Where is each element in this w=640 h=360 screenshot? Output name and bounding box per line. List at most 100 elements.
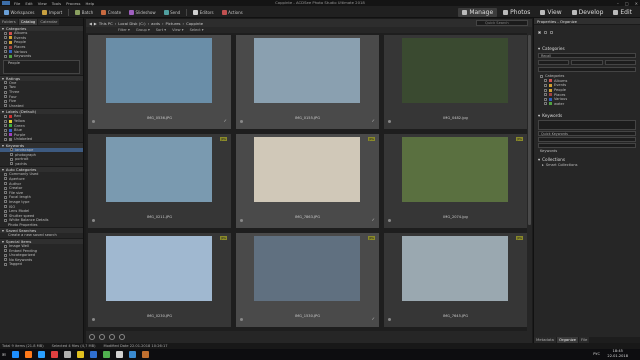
rating-check[interactable] [538, 30, 541, 34]
taskbar-app-icon[interactable] [63, 351, 71, 358]
language-indicator[interactable]: РУС [593, 352, 600, 356]
category-field-4[interactable] [538, 67, 636, 72]
photo-thumbnail[interactable] [106, 137, 212, 202]
checkbox[interactable] [4, 195, 7, 199]
checkbox[interactable] [4, 50, 7, 54]
mode-edit-button[interactable]: Edit [609, 8, 636, 17]
smart-collections-item[interactable]: ▸ Smart Collections [534, 163, 640, 168]
checkbox[interactable] [4, 36, 7, 40]
thumbnail-item[interactable]: JPG IMG_1530.JPG ✓ [236, 233, 379, 327]
taskbar-app-icon[interactable] [11, 351, 19, 358]
keyword-field-a[interactable] [538, 137, 636, 143]
checkbox[interactable] [4, 137, 7, 141]
thumbnail-item[interactable]: IMG_0155.JPG ✓ [236, 35, 379, 129]
category-field-1[interactable] [538, 60, 570, 65]
thumbnail-item[interactable]: JPG IMG_7645.JPG [384, 233, 527, 327]
checkbox[interactable] [4, 99, 7, 103]
checkbox[interactable] [4, 209, 7, 213]
category-keywords[interactable]: Keywords [0, 54, 83, 59]
checkbox[interactable] [10, 162, 13, 166]
label-check[interactable] [550, 30, 553, 34]
photo-thumbnail[interactable] [106, 236, 212, 301]
checkbox[interactable] [544, 79, 547, 83]
breadcrumb-item[interactable]: Local Disk (C:) [118, 21, 145, 26]
compare-icon[interactable] [109, 334, 115, 340]
photo-thumbnail[interactable] [402, 236, 508, 301]
filter-sort-menu[interactable]: Sort ▾ [156, 28, 166, 32]
rp-keywords-title[interactable]: ▾ Keywords [534, 112, 640, 119]
thumbnail-item[interactable]: IMG_0536.JPG ✓ [88, 35, 231, 129]
special-tagged[interactable]: Tagged [0, 262, 83, 267]
maximize-icon[interactable]: □ [625, 1, 629, 6]
close-icon[interactable]: ✕ [635, 1, 638, 6]
checkbox[interactable] [4, 182, 7, 186]
checkbox[interactable] [4, 81, 7, 85]
check-icon[interactable]: ✓ [372, 316, 375, 321]
checkbox[interactable] [4, 172, 7, 176]
thumbnail-item[interactable]: JPG IMG_0211.JPG [88, 134, 231, 228]
checkbox[interactable] [4, 119, 7, 123]
toolbar-editors-button[interactable]: Editors [191, 8, 215, 16]
grid-scrollbar[interactable] [527, 33, 532, 331]
rotate-right-icon[interactable] [99, 334, 105, 340]
checkbox[interactable] [4, 90, 7, 94]
people-item[interactable]: People [4, 61, 79, 66]
thumbnail-item[interactable]: JPG IMG_2074.jpg [384, 134, 527, 228]
checkbox[interactable] [4, 95, 7, 99]
checkbox[interactable] [4, 191, 7, 195]
toolbar-actions-button[interactable]: Actions [220, 8, 245, 16]
checkbox[interactable] [10, 148, 13, 152]
forward-icon[interactable]: ▶ [94, 21, 97, 26]
taskbar-app-icon[interactable] [141, 351, 149, 358]
photo-thumbnail[interactable] [254, 236, 360, 301]
toolbar-create-button[interactable]: Create [99, 8, 123, 16]
filter-filter-menu[interactable]: Filter ▾ [118, 28, 130, 32]
checkbox[interactable] [4, 262, 7, 266]
keyword-field-b[interactable] [538, 143, 636, 149]
taskbar-app-icon[interactable] [128, 351, 136, 358]
mode-view-button[interactable]: View [536, 8, 565, 17]
checkbox[interactable] [4, 186, 7, 190]
tab-folders[interactable]: Folders [0, 18, 18, 25]
recall-dropdown[interactable]: Recall [538, 53, 636, 58]
toolbar-batch-button[interactable]: Batch [73, 8, 95, 16]
breadcrumb-item[interactable]: This PC [99, 21, 113, 26]
checkbox[interactable] [4, 200, 7, 204]
tag-check[interactable] [544, 30, 547, 34]
mode-develop-button[interactable]: Develop [568, 8, 608, 17]
filter-group-menu[interactable]: Group ▾ [136, 28, 150, 32]
minimize-icon[interactable]: – [617, 1, 619, 6]
rotate-left-icon[interactable] [89, 334, 95, 340]
checkbox[interactable] [544, 93, 547, 97]
checkbox[interactable] [544, 97, 547, 101]
category-field-2[interactable] [571, 60, 603, 65]
back-icon[interactable]: ◀ [89, 21, 92, 26]
taskbar-app-icon[interactable] [102, 351, 110, 358]
checkbox[interactable] [544, 88, 547, 92]
thumbnail-item[interactable]: JPG IMG_0230.JPG [88, 233, 231, 327]
photo-thumbnail[interactable] [402, 137, 508, 202]
taskbar-app-icon[interactable] [89, 351, 97, 358]
checkbox[interactable] [4, 104, 7, 108]
toolbar-send-button[interactable]: Send [162, 8, 183, 16]
mode-manage-button[interactable]: Manage [458, 7, 498, 17]
category-field-3[interactable] [604, 60, 636, 65]
checkbox[interactable] [10, 157, 13, 161]
check-icon[interactable]: ✓ [372, 118, 375, 123]
rp-collections-title[interactable]: ▾ Collections [534, 156, 640, 163]
breadcrumb-item[interactable]: Pictures [165, 21, 180, 26]
filter-select-menu[interactable]: Select ▾ [190, 28, 204, 32]
tab-calendar[interactable]: Calendar [38, 18, 60, 25]
checkbox[interactable] [4, 124, 7, 128]
checkbox[interactable] [4, 249, 7, 253]
photo-thumbnail[interactable] [106, 38, 212, 103]
zoom-icon[interactable] [119, 334, 125, 340]
thumbnail-item[interactable]: IMG_0482.jpg [384, 35, 527, 129]
checkbox[interactable] [4, 253, 7, 257]
checkbox[interactable] [4, 45, 7, 49]
scrollbar-thumb[interactable] [528, 35, 531, 225]
photo-thumbnail[interactable] [254, 137, 360, 202]
windows-start-icon[interactable]: ⊞ [2, 352, 6, 357]
tab-catalog[interactable]: Catalog [18, 18, 38, 25]
photo-thumbnail[interactable] [402, 38, 508, 103]
